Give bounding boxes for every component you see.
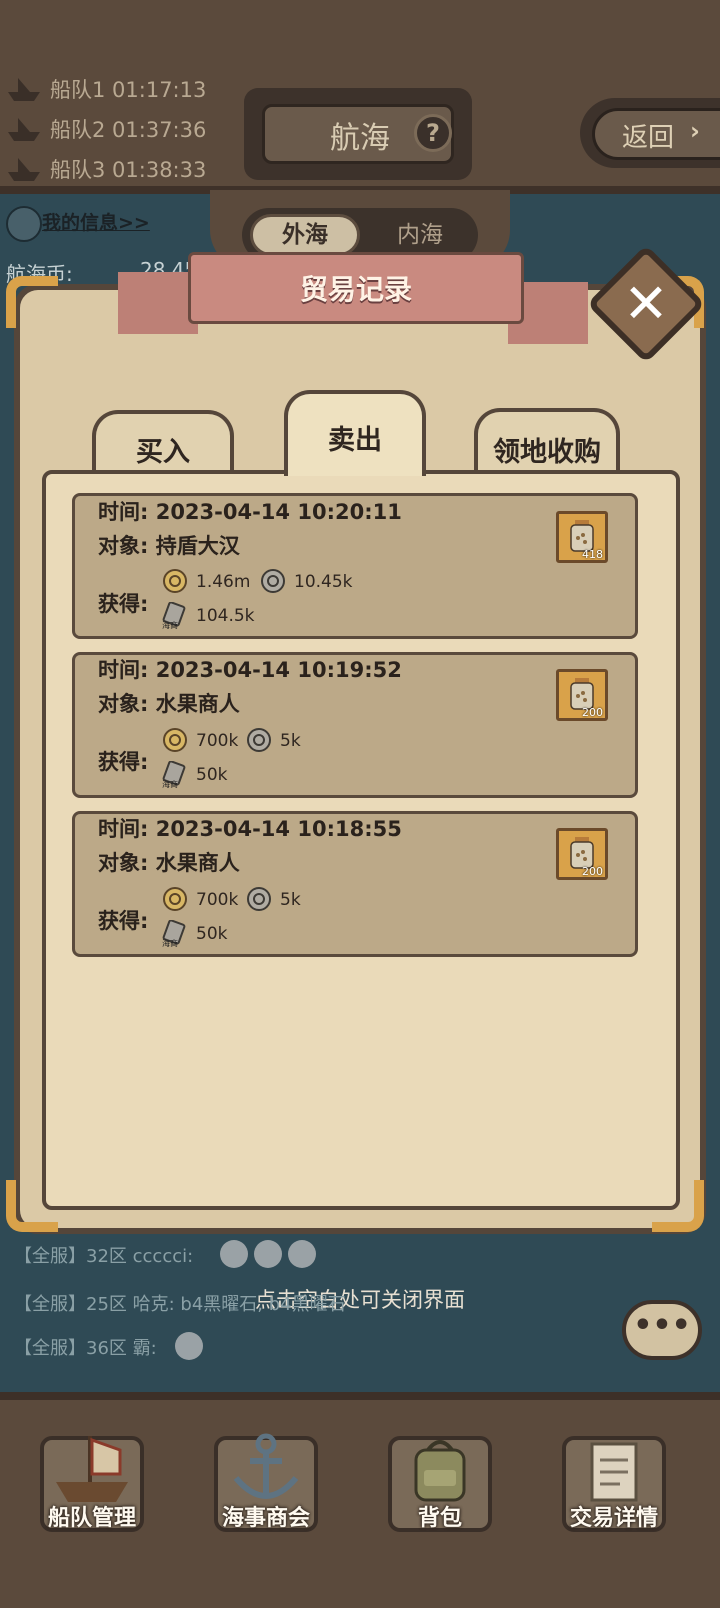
close-icon[interactable]: ✕ xyxy=(604,262,688,346)
emoji-sticker-icon xyxy=(220,1240,316,1268)
scroll-icon xyxy=(590,1442,638,1502)
chat-message: 【全服】32区 ccccci: xyxy=(14,1246,194,1267)
nav-label: 背包 xyxy=(417,1506,462,1531)
nav-label: 海事商会 xyxy=(221,1506,310,1531)
ticket-tag: 海商 xyxy=(162,780,178,789)
silver-amount: 10.45k xyxy=(294,572,353,592)
ticket-amount: 104.5k xyxy=(196,606,255,626)
tab-sell[interactable]: 卖出 xyxy=(284,390,426,476)
fleet-timer-label: 船队1 01:17:13 xyxy=(50,78,207,102)
boat-icon xyxy=(8,158,40,181)
ribbon-tail-left xyxy=(118,272,198,334)
ticket-tag: 海商 xyxy=(162,621,178,630)
record-target: 对象: 水果商人 xyxy=(98,692,240,716)
silver-coin-icon xyxy=(247,887,271,911)
record-target: 对象: 水果商人 xyxy=(98,851,240,875)
frame-corner xyxy=(6,276,58,328)
record-time: 时间: 2023-04-14 10:18:55 xyxy=(98,817,402,841)
record-target: 对象: 持盾大汉 xyxy=(98,534,240,558)
backpack-icon xyxy=(414,1440,466,1502)
boat-icon xyxy=(8,78,40,101)
record-gain-label: 获得: xyxy=(98,750,149,774)
back-button-label: 返回 xyxy=(622,123,675,153)
ticket-tag: 海商 xyxy=(162,939,178,948)
silver-coin-icon xyxy=(247,728,271,752)
record-time: 时间: 2023-04-14 10:19:52 xyxy=(98,658,402,682)
chat-message: 【全服】36区 霸: xyxy=(14,1338,157,1359)
fleet-timer-label: 船队2 01:37:36 xyxy=(50,118,207,142)
fleet-timer-3[interactable]: 船队3 01:38:33 xyxy=(4,150,206,188)
tab-outer-sea[interactable]: 外海 xyxy=(250,214,360,256)
arrow-right-icon: › xyxy=(690,117,700,145)
ticket-amount: 50k xyxy=(196,765,228,785)
silver-amount: 5k xyxy=(280,731,301,751)
item-count: 200 xyxy=(582,865,603,878)
nav-label: 交易详情 xyxy=(569,1506,658,1531)
record-gain-label: 获得: xyxy=(98,909,149,933)
gold-coin-icon xyxy=(163,887,187,911)
silver-coin-icon xyxy=(261,569,285,593)
page-title: 航海 xyxy=(330,121,390,156)
fleet-timer-1[interactable]: 船队1 01:17:13 xyxy=(4,70,206,108)
gold-coin-icon xyxy=(163,728,187,752)
record-time: 时间: 2023-04-14 10:20:11 xyxy=(98,500,402,524)
record-gain-label: 获得: xyxy=(98,592,149,616)
modal-title: 贸易记录 xyxy=(299,273,412,306)
chat-message: 【全服】25区 哈克: b4黑曜石, b4黑曜石 xyxy=(14,1294,346,1315)
silver-amount: 5k xyxy=(280,890,301,910)
ticket-amount: 50k xyxy=(196,924,228,944)
fleet-timer-2[interactable]: 船队2 01:37:36 xyxy=(4,110,206,148)
tab-territory-purchase[interactable]: 领地收购 xyxy=(474,408,620,474)
emoji-sticker-icon xyxy=(175,1332,203,1360)
chat-bubble-icon[interactable]: ••• xyxy=(622,1300,702,1360)
anchor-icon xyxy=(233,1433,299,1499)
fleet-timer-label: 船队3 01:38:33 xyxy=(50,158,207,182)
nav-label: 船队管理 xyxy=(47,1506,136,1531)
tab-buy[interactable]: 买入 xyxy=(92,410,234,476)
item-count: 200 xyxy=(582,706,603,719)
item-count: 418 xyxy=(582,548,603,561)
gold-amount: 1.46m xyxy=(196,572,251,592)
my-info-link[interactable]: 我的信息>> xyxy=(42,208,150,235)
avatar[interactable] xyxy=(6,206,42,242)
gold-amount: 700k xyxy=(196,731,239,751)
tab-inner-sea[interactable]: 内海 xyxy=(370,214,470,256)
help-icon[interactable]: ? xyxy=(414,114,452,152)
gold-coin-icon xyxy=(163,569,187,593)
gold-amount: 700k xyxy=(196,890,239,910)
ship-icon xyxy=(56,1436,128,1502)
boat-icon xyxy=(8,118,40,141)
